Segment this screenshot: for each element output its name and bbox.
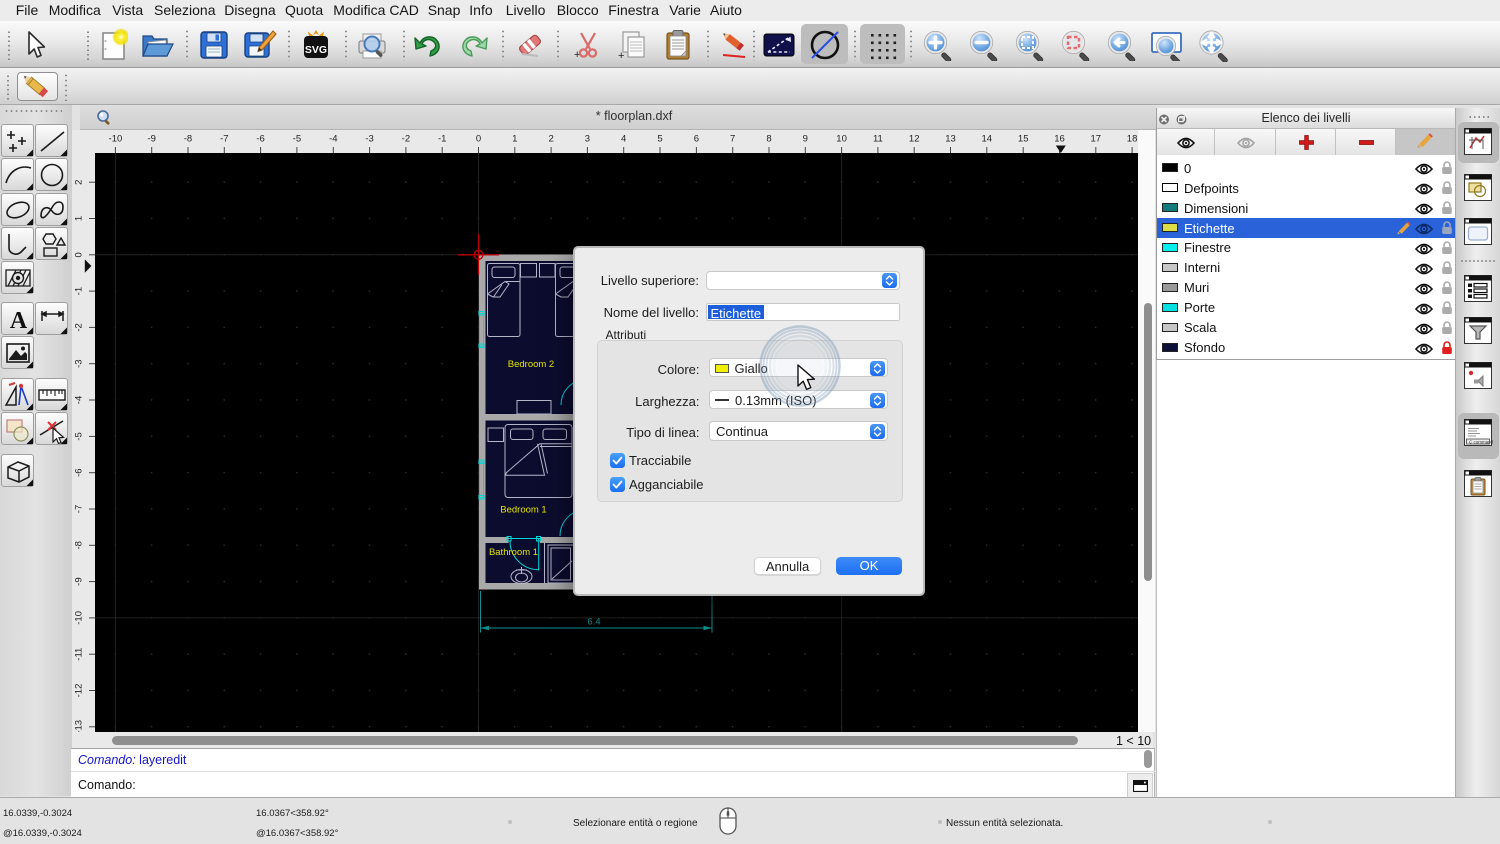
svg-text:7: 7	[730, 134, 735, 145]
svg-text:-5: -5	[293, 134, 301, 145]
svg-text:4: 4	[621, 134, 626, 145]
svg-text:+: +	[618, 50, 624, 61]
svg-text:-2: -2	[74, 323, 85, 331]
svg-text:-10: -10	[109, 134, 123, 145]
svg-text:-4: -4	[329, 134, 337, 145]
svg-text:10: 10	[836, 134, 847, 145]
svg-text:2: 2	[548, 134, 553, 145]
svg-text:-10: -10	[74, 611, 85, 625]
svg-text:-11: -11	[74, 648, 85, 661]
svg-text:-5: -5	[74, 432, 85, 440]
svg-text:-4: -4	[74, 396, 85, 404]
svg-text:5: 5	[657, 134, 662, 145]
svg-text:1: 1	[74, 216, 85, 221]
svg-text:-1: -1	[438, 134, 446, 145]
svg-text:16: 16	[1054, 134, 1065, 145]
svg-text:-9: -9	[74, 577, 85, 585]
svg-text:-9: -9	[147, 134, 155, 145]
svg-text:Bedroom 2: Bedroom 2	[508, 359, 554, 370]
svg-text:17: 17	[1091, 134, 1102, 145]
svg-text:-12: -12	[74, 684, 85, 698]
svg-text:-3: -3	[365, 134, 373, 145]
svg-text:Bathroom 1: Bathroom 1	[489, 547, 538, 558]
svg-text:-6: -6	[256, 134, 264, 145]
svg-text:18: 18	[1127, 134, 1138, 145]
svg-text:15: 15	[1018, 134, 1029, 145]
svg-text:14: 14	[982, 134, 993, 145]
svg-text:-8: -8	[184, 134, 192, 145]
svg-text:-2: -2	[402, 134, 410, 145]
svg-text:SVG: SVG	[305, 44, 327, 56]
svg-text:9: 9	[803, 134, 808, 145]
svg-text:-8: -8	[74, 541, 85, 549]
svg-text:11: 11	[873, 134, 883, 145]
svg-text:6: 6	[694, 134, 699, 145]
svg-text:0: 0	[74, 252, 85, 257]
svg-text:A: A	[10, 308, 28, 334]
svg-text:-7: -7	[74, 505, 85, 513]
svg-text:13: 13	[945, 134, 956, 145]
svg-text:1: 1	[512, 134, 517, 145]
svg-text:-6: -6	[74, 468, 85, 476]
svg-text:C command: C command	[1469, 439, 1493, 444]
svg-text:8: 8	[766, 134, 771, 145]
svg-text:-1: -1	[74, 287, 85, 295]
svg-text:-3: -3	[74, 359, 85, 367]
svg-text:3: 3	[585, 134, 590, 145]
svg-text:0: 0	[476, 134, 481, 145]
svg-text:6.4: 6.4	[587, 617, 600, 628]
svg-text:-7: -7	[220, 134, 228, 145]
svg-text:12: 12	[909, 134, 920, 145]
svg-text:Bedroom 1: Bedroom 1	[500, 505, 546, 516]
svg-text:2: 2	[74, 180, 85, 185]
